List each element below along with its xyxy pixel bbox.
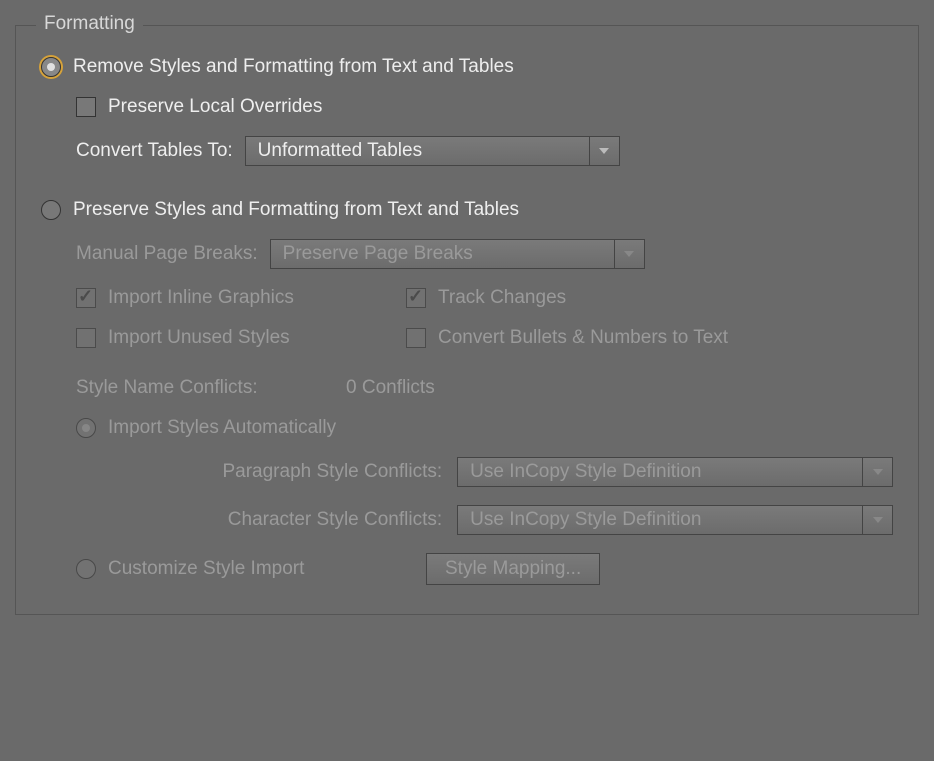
- style-mapping-button: Style Mapping...: [426, 553, 600, 585]
- preserve-local-row: Preserve Local Overrides: [76, 96, 893, 118]
- convert-bullets-label: Convert Bullets & Numbers to Text: [438, 327, 728, 349]
- import-styles-auto-label: Import Styles Automatically: [108, 417, 336, 439]
- preserve-styles-label: Preserve Styles and Formatting from Text…: [73, 199, 519, 221]
- paragraph-conflicts-value: Use InCopy Style Definition: [458, 461, 713, 483]
- character-conflicts-value: Use InCopy Style Definition: [458, 509, 713, 531]
- character-conflicts-label: Character Style Conflicts:: [41, 509, 442, 531]
- convert-tables-label: Convert Tables To:: [76, 140, 233, 162]
- import-styles-auto-row: Import Styles Automatically: [76, 417, 893, 439]
- formatting-fieldset: Formatting Remove Styles and Formatting …: [15, 25, 919, 615]
- preserve-styles-radio[interactable]: [41, 200, 61, 220]
- dropdown-arrow-icon: [589, 137, 619, 165]
- manual-page-breaks-value: Preserve Page Breaks: [271, 243, 485, 265]
- import-inline-graphics-label: Import Inline Graphics: [108, 287, 294, 309]
- convert-bullets-checkbox: [406, 328, 426, 348]
- manual-page-breaks-select: Preserve Page Breaks: [270, 239, 645, 269]
- convert-tables-value: Unformatted Tables: [246, 140, 434, 162]
- convert-tables-select[interactable]: Unformatted Tables: [245, 136, 620, 166]
- track-changes-checkbox: [406, 288, 426, 308]
- dropdown-arrow-icon: [862, 458, 892, 486]
- style-conflicts-label: Style Name Conflicts:: [76, 377, 346, 399]
- customize-import-row: Customize Style Import Style Mapping...: [76, 553, 893, 585]
- import-styles-auto-radio: [76, 418, 96, 438]
- dropdown-arrow-icon: [862, 506, 892, 534]
- preserve-styles-row: Preserve Styles and Formatting from Text…: [41, 199, 893, 221]
- dropdown-arrow-icon: [614, 240, 644, 268]
- customize-import-radio: [76, 559, 96, 579]
- checkbox-row-1: Import Inline Graphics Track Changes: [76, 287, 893, 309]
- remove-styles-radio[interactable]: [41, 57, 61, 77]
- remove-styles-row: Remove Styles and Formatting from Text a…: [41, 56, 893, 78]
- character-conflicts-row: Character Style Conflicts: Use InCopy St…: [41, 505, 893, 535]
- fieldset-legend: Formatting: [36, 13, 143, 35]
- style-conflicts-row: Style Name Conflicts: 0 Conflicts: [76, 377, 893, 399]
- import-unused-styles-label: Import Unused Styles: [108, 327, 290, 349]
- preserve-local-label: Preserve Local Overrides: [108, 96, 322, 118]
- remove-styles-label: Remove Styles and Formatting from Text a…: [73, 56, 514, 78]
- convert-tables-row: Convert Tables To: Unformatted Tables: [76, 136, 893, 166]
- customize-import-label: Customize Style Import: [108, 558, 426, 580]
- manual-page-breaks-label: Manual Page Breaks:: [76, 243, 258, 265]
- preserve-local-checkbox[interactable]: [76, 97, 96, 117]
- checkbox-row-2: Import Unused Styles Convert Bullets & N…: [76, 327, 893, 349]
- track-changes-label: Track Changes: [438, 287, 566, 309]
- paragraph-conflicts-label: Paragraph Style Conflicts:: [41, 461, 442, 483]
- style-conflicts-value: 0 Conflicts: [346, 377, 435, 399]
- import-inline-graphics-checkbox: [76, 288, 96, 308]
- paragraph-conflicts-select: Use InCopy Style Definition: [457, 457, 893, 487]
- paragraph-conflicts-row: Paragraph Style Conflicts: Use InCopy St…: [41, 457, 893, 487]
- manual-page-breaks-row: Manual Page Breaks: Preserve Page Breaks: [76, 239, 893, 269]
- character-conflicts-select: Use InCopy Style Definition: [457, 505, 893, 535]
- import-unused-styles-checkbox: [76, 328, 96, 348]
